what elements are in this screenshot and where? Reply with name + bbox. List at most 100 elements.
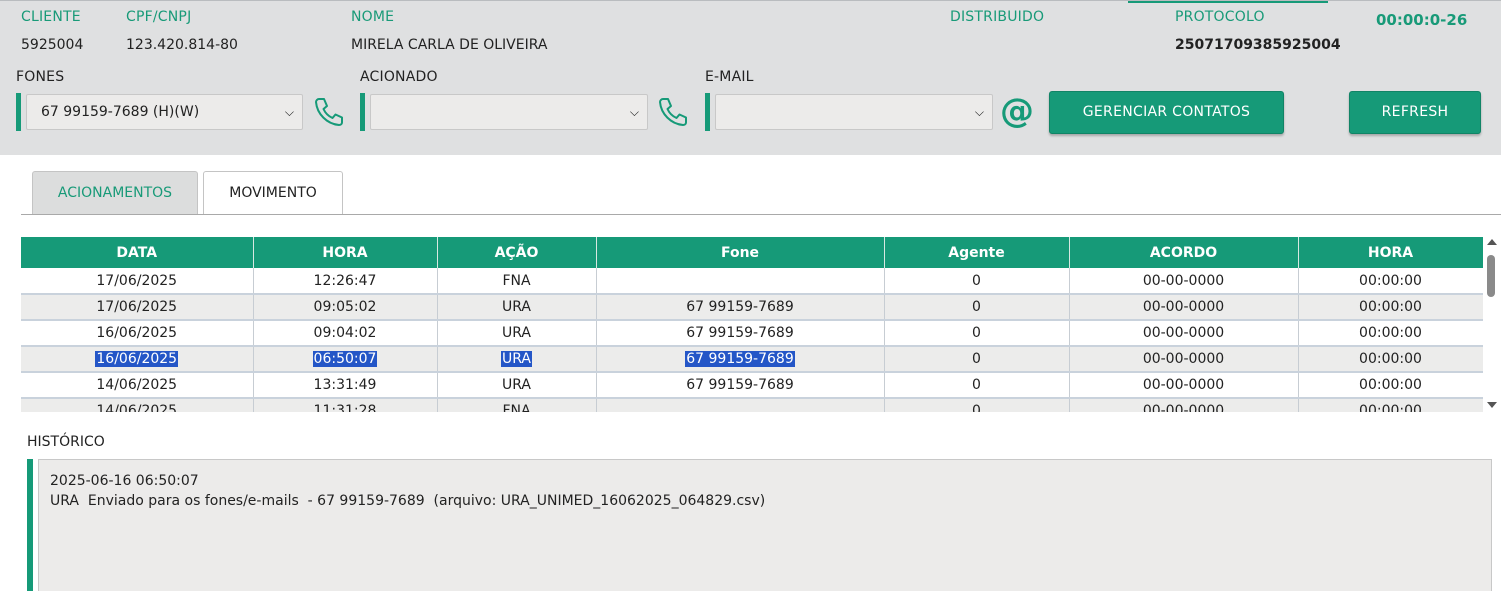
cell-data: 14/06/2025 [21, 398, 254, 412]
tab-acionamentos[interactable]: ACIONAMENTOS [32, 171, 198, 214]
cell-acordo: 00-00-0000 [1069, 268, 1299, 295]
column-header-hora[interactable]: HORA [253, 237, 438, 268]
cell-hora: 09:04:02 [253, 320, 438, 347]
protocolo-value: 25071709385925004 [1175, 37, 1341, 53]
cell-fone: 67 99159-7689 [596, 320, 885, 347]
historico-label: HISTÓRICO [27, 434, 105, 450]
selected-text: URA [501, 351, 532, 367]
cell-fone [596, 268, 885, 295]
distribuido-label: DISTRIBUIDO [950, 9, 1045, 25]
column-header-hora-acordo[interactable]: HORA [1298, 237, 1483, 268]
fones-select-value: 67 99159-7689 (H)(W) [41, 104, 200, 120]
column-header-data[interactable]: DATA [21, 237, 254, 268]
cell-agente: 0 [884, 372, 1070, 399]
table-row-selected[interactable]: 16/06/2025 06:50:07 URA 67 99159-7689 0 … [21, 346, 1483, 373]
cell-acao: URA [437, 320, 597, 347]
table-row[interactable]: 14/06/2025 13:31:49 URA 67 99159-7689 0 … [21, 372, 1483, 399]
cell-data: 16/06/2025 [21, 320, 254, 347]
cell-acao: FNA [437, 268, 597, 295]
selected-text: 16/06/2025 [95, 351, 179, 367]
column-header-fone[interactable]: Fone [596, 237, 885, 268]
cell-acordo: 00-00-0000 [1069, 346, 1299, 373]
tab-divider [21, 214, 1501, 215]
cell-agente: 0 [884, 320, 1070, 347]
email-select[interactable]: ⌵ [715, 94, 993, 130]
cell-hora-acordo: 00:00:00 [1298, 268, 1483, 295]
cell-acordo: 00-00-0000 [1069, 372, 1299, 399]
historico-textarea[interactable]: 2025-06-16 06:50:07 URA Enviado para os … [38, 459, 1492, 591]
cell-fone: 67 99159-7689 [596, 346, 885, 373]
column-header-acao[interactable]: AÇÃO [437, 237, 597, 268]
historico-line-timestamp: 2025-06-16 06:50:07 [50, 473, 199, 489]
fones-accent-bar [16, 93, 21, 131]
phone-icon[interactable] [656, 95, 690, 129]
cell-hora: 13:31:49 [253, 372, 438, 399]
cell-acordo: 00-00-0000 [1069, 294, 1299, 321]
tab-movimento[interactable]: MOVIMENTO [203, 171, 343, 214]
header-panel: CLIENTE 5925004 CPF/CNPJ 123.420.814-80 … [0, 0, 1501, 155]
cell-agente: 0 [884, 294, 1070, 321]
selected-text: 06:50:07 [312, 351, 378, 367]
selected-text: 67 99159-7689 [685, 351, 795, 367]
table-row[interactable]: 14/06/2025 11:31:28 FNA 0 00-00-0000 00:… [21, 398, 1483, 412]
acionado-accent-bar [360, 93, 365, 131]
cell-data: 17/06/2025 [21, 294, 254, 321]
nome-label: NOME [351, 9, 395, 25]
acionado-select[interactable]: ⌵ [370, 94, 648, 130]
cell-acordo: 00-00-0000 [1069, 320, 1299, 347]
nome-value: MIRELA CARLA DE OLIVEIRA [351, 37, 548, 53]
cell-acao: URA [437, 372, 597, 399]
top-accent-line [1128, 1, 1328, 3]
column-header-acordo[interactable]: ACORDO [1069, 237, 1299, 268]
cell-fone [596, 398, 885, 412]
acionado-label: ACIONADO [360, 69, 438, 85]
cell-acao: URA [437, 346, 597, 373]
cell-agente: 0 [884, 398, 1070, 412]
cell-acao: FNA [437, 398, 597, 412]
table-row[interactable]: 17/06/2025 12:26:47 FNA 0 00-00-0000 00:… [21, 268, 1483, 295]
scroll-down-arrow-icon[interactable] [1487, 402, 1497, 408]
cell-acao: URA [437, 294, 597, 321]
cell-hora-acordo: 00:00:00 [1298, 346, 1483, 373]
cpf-label: CPF/CNPJ [126, 9, 192, 25]
cell-hora-acordo: 00:00:00 [1298, 398, 1483, 412]
cliente-label: CLIENTE [21, 9, 81, 25]
refresh-button[interactable]: REFRESH [1349, 91, 1481, 134]
historico-line-detail: URA Enviado para os fones/e-mails - 67 9… [50, 493, 766, 509]
email-label: E-MAIL [705, 69, 754, 85]
at-sign-icon[interactable]: @ [1000, 91, 1034, 131]
table-row[interactable]: 16/06/2025 09:04:02 URA 67 99159-7689 0 … [21, 320, 1483, 347]
chevron-down-icon: ⌵ [629, 105, 639, 119]
cell-data: 17/06/2025 [21, 268, 254, 295]
cell-hora: 06:50:07 [253, 346, 438, 373]
cell-acordo: 00-00-0000 [1069, 398, 1299, 412]
cell-agente: 0 [884, 268, 1070, 295]
column-header-agente[interactable]: Agente [884, 237, 1070, 268]
chevron-down-icon: ⌵ [284, 105, 294, 119]
cell-agente: 0 [884, 346, 1070, 373]
cell-hora-acordo: 00:00:00 [1298, 320, 1483, 347]
manage-contacts-button[interactable]: GERENCIAR CONTATOS [1049, 91, 1284, 134]
acionamentos-table: DATA HORA AÇÃO Fone Agente ACORDO HORA 1… [21, 237, 1483, 412]
fones-select[interactable]: 67 99159-7689 (H)(W) ⌵ [26, 94, 303, 130]
email-accent-bar [705, 93, 710, 131]
protocolo-label: PROTOCOLO [1175, 9, 1265, 25]
cell-hora: 09:05:02 [253, 294, 438, 321]
table-header-row: DATA HORA AÇÃO Fone Agente ACORDO HORA [21, 237, 1483, 268]
cell-data: 16/06/2025 [21, 346, 254, 373]
table-row[interactable]: 17/06/2025 09:05:02 URA 67 99159-7689 0 … [21, 294, 1483, 321]
cell-hora: 12:26:47 [253, 268, 438, 295]
historico-accent-bar [27, 459, 33, 591]
fones-label: FONES [16, 69, 65, 85]
table-scrollbar[interactable] [1484, 237, 1500, 412]
scrollbar-thumb[interactable] [1487, 255, 1495, 297]
cell-hora-acordo: 00:00:00 [1298, 294, 1483, 321]
session-timer: 00:00:0-26 [1376, 11, 1468, 29]
cell-data: 14/06/2025 [21, 372, 254, 399]
phone-icon[interactable] [312, 95, 346, 129]
cliente-value: 5925004 [21, 37, 84, 53]
cell-hora: 11:31:28 [253, 398, 438, 412]
scroll-up-arrow-icon[interactable] [1487, 239, 1497, 245]
chevron-down-icon: ⌵ [974, 105, 984, 119]
cell-fone: 67 99159-7689 [596, 294, 885, 321]
